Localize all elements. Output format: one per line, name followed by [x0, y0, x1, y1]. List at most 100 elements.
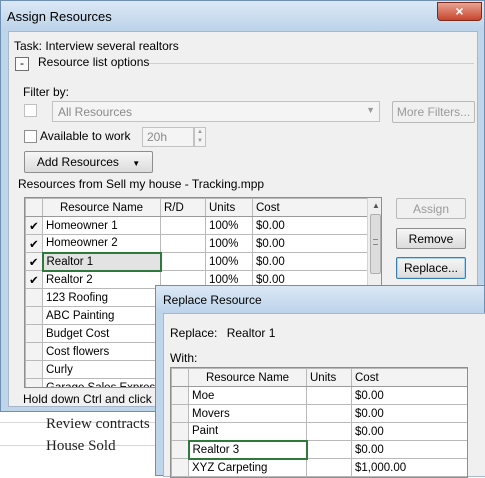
row-indicator	[171, 440, 189, 459]
replacement-header-resource-name[interactable]: Resource Name	[188, 368, 307, 387]
grid-header-row: Resource Name R/D Units Cost	[25, 198, 368, 217]
table-row[interactable]: ✔ Homeowner 2 100% $0.00	[25, 234, 368, 253]
available-to-work-label: Available to work	[40, 129, 131, 143]
cell-resource-name[interactable]: Paint	[188, 422, 307, 441]
cell-resource-name[interactable]: Realtor 2	[42, 270, 161, 289]
filter-checkbox[interactable]	[24, 104, 37, 117]
add-resources-button[interactable]: Add Resources ▼	[24, 151, 153, 173]
header-units[interactable]: Units	[205, 198, 253, 217]
scrollbar-thumb[interactable]	[370, 214, 381, 274]
cell-rd[interactable]	[160, 216, 206, 235]
table-row[interactable]: Moe $0.00	[171, 386, 467, 405]
filter-dropdown-value: All Resources	[58, 105, 133, 119]
row-indicator	[25, 378, 43, 387]
cell-resource-name[interactable]: XYZ Carpeting	[188, 458, 307, 477]
cell-resource-name[interactable]: Homeowner 2	[42, 234, 161, 253]
cell-resource-name[interactable]: Curly	[42, 360, 161, 379]
replace-value: Realtor 1	[226, 326, 276, 340]
row-indicator	[25, 360, 43, 379]
task-name: Interview several realtors	[45, 39, 179, 53]
filter-dropdown[interactable]: All Resources ▼	[52, 101, 380, 122]
cell-resource-name[interactable]: Budget Cost	[42, 324, 161, 343]
cell-rd[interactable]	[160, 234, 206, 253]
cell-cost[interactable]: $0.00	[351, 422, 467, 441]
available-hours-value: 20h	[147, 130, 168, 144]
header-resource-name[interactable]: Resource Name	[42, 198, 161, 217]
dropdown-arrow-icon: ▼	[132, 159, 141, 168]
cell-units[interactable]: 100%	[205, 216, 253, 235]
with-label: With:	[170, 351, 198, 365]
cell-units[interactable]	[306, 440, 352, 459]
resource-list-options-toggle[interactable]: -	[15, 57, 29, 71]
replacement-header-row: Resource Name Units Cost	[171, 368, 467, 387]
table-row[interactable]: ✔ Realtor 1 100% $0.00	[25, 251, 368, 272]
replacement-header-units[interactable]: Units	[306, 368, 352, 387]
cell-units[interactable]: 100%	[205, 252, 253, 271]
cell-cost[interactable]: $0.00	[351, 440, 467, 459]
table-row[interactable]: XYZ Carpeting $1,000.00	[171, 458, 467, 477]
cell-resource-name[interactable]: 123 Roofing	[42, 288, 161, 307]
replacement-table: Resource Name Units Cost Moe $0.00 Movers…	[171, 368, 467, 477]
assign-button[interactable]: Assign	[396, 198, 466, 219]
cell-resource-name[interactable]: Homeowner 1	[42, 216, 161, 235]
row-indicator	[25, 342, 43, 361]
replace-button[interactable]: Replace...	[396, 257, 466, 279]
cell-units[interactable]	[306, 458, 352, 477]
cell-units[interactable]: 100%	[205, 234, 253, 253]
cell-rd[interactable]	[160, 252, 206, 271]
remove-label: Remove	[408, 232, 454, 246]
task-line: Task: Interview several realtors	[14, 39, 179, 53]
replacement-header-cost[interactable]: Cost	[351, 368, 467, 387]
header-rd[interactable]: R/D	[160, 198, 206, 217]
cell-resource-name[interactable]: ABC Painting	[42, 306, 161, 325]
row-check-icon: ✔	[25, 252, 43, 271]
cell-units[interactable]	[306, 404, 352, 423]
cell-cost[interactable]: $0.00	[252, 252, 368, 271]
cell-resource-name[interactable]: Garage Sales Express	[42, 378, 161, 387]
cell-cost[interactable]: $0.00	[252, 216, 368, 235]
table-row[interactable]: Paint $0.00	[171, 422, 467, 441]
resources-caption: Resources from Sell my house - Tracking.…	[18, 177, 265, 191]
cell-resource-name[interactable]: Moe	[188, 386, 307, 405]
cell-resource-name[interactable]: Movers	[188, 404, 307, 423]
remove-button[interactable]: Remove	[396, 228, 466, 249]
cell-resource-name-selected[interactable]: Realtor 1	[41, 251, 162, 272]
header-cost[interactable]: Cost	[252, 198, 368, 217]
cell-cost[interactable]: $1,000.00	[351, 458, 467, 477]
replace-resource-dialog: Replace Resource Replace: Realtor 1 With…	[155, 285, 485, 478]
grid-corner	[25, 198, 43, 217]
scroll-up-icon[interactable]: ▲	[370, 201, 381, 210]
cell-resource-name-selected[interactable]: Realtor 3	[187, 439, 308, 460]
replace-label: Replace:	[170, 326, 218, 340]
table-row[interactable]: Realtor 3 $0.00	[171, 439, 467, 460]
more-filters-button[interactable]: More Filters...	[392, 101, 475, 123]
available-hours-input[interactable]: 20h	[142, 127, 194, 147]
replacement-grid-corner	[171, 368, 189, 387]
cell-cost[interactable]: $0.00	[351, 404, 467, 423]
filter-label: Filter by:	[23, 85, 70, 99]
replacement-grid[interactable]: Resource Name Units Cost Moe $0.00 Movers…	[170, 367, 468, 478]
cell-units[interactable]	[306, 422, 352, 441]
background-task-review-contracts: Review contracts	[46, 416, 150, 432]
add-resources-label: Add Resources	[36, 155, 119, 169]
assign-label: Assign	[412, 202, 450, 216]
hours-spinner[interactable]: ▲ ▼	[194, 127, 206, 147]
cell-cost[interactable]: $0.00	[252, 234, 368, 253]
table-row[interactable]: Movers $0.00	[171, 404, 467, 423]
row-indicator	[25, 306, 43, 325]
cell-units[interactable]	[306, 386, 352, 405]
table-row[interactable]: ✔ Homeowner 1 100% $0.00	[25, 216, 368, 235]
close-button[interactable]: ×	[437, 2, 482, 21]
row-indicator	[171, 386, 189, 405]
row-check-icon: ✔	[25, 216, 43, 235]
resource-list-options-label: Resource list options	[38, 55, 150, 69]
row-check-icon: ✔	[25, 234, 43, 253]
replace-dialog-body: Replace: Realtor 1 With: Resource Name U…	[163, 313, 485, 478]
cell-resource-name[interactable]: Cost flowers	[42, 342, 161, 361]
options-divider	[149, 63, 474, 64]
replace-title-bar: Replace Resource	[156, 286, 484, 313]
collapse-icon: -	[20, 56, 24, 70]
available-to-work-checkbox[interactable]	[24, 130, 37, 143]
cell-cost[interactable]: $0.00	[351, 386, 467, 405]
more-filters-label: More Filters...	[396, 105, 471, 119]
